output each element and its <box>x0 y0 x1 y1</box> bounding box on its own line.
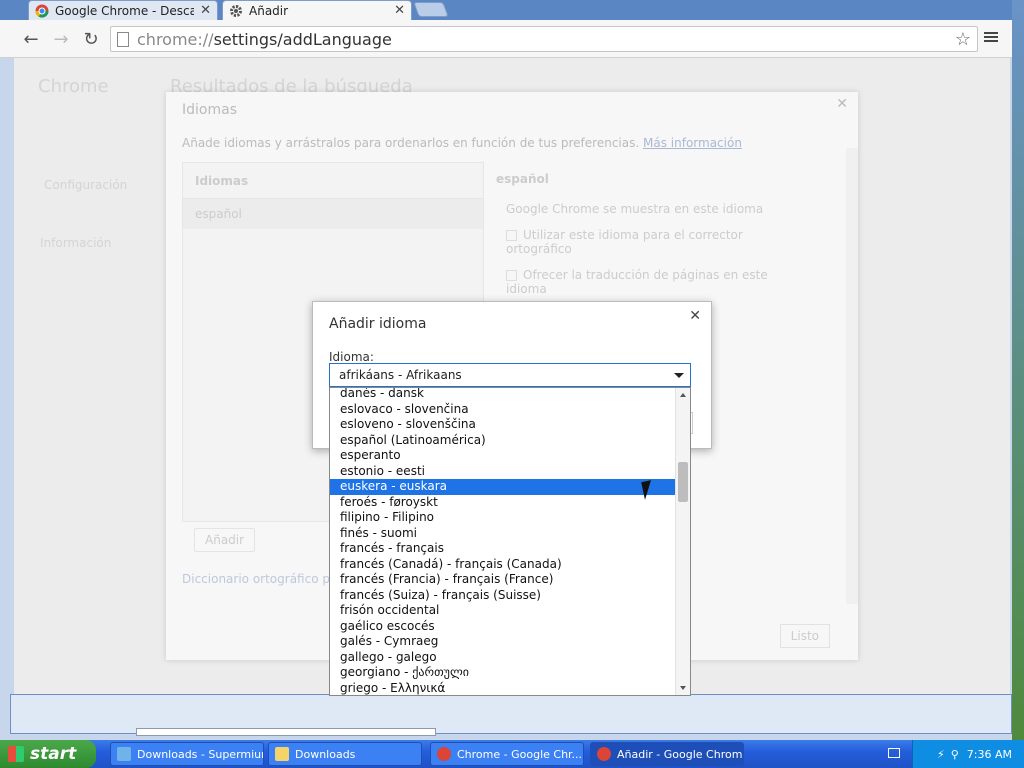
language-dropdown-list[interactable]: danés - dansk eslovaco - slovenčina eslo… <box>329 387 691 696</box>
custom-dictionary-link[interactable]: Diccionario ortográfico pers <box>182 572 349 586</box>
description-text: Añade idiomas y arrástralos para ordenar… <box>182 136 640 150</box>
language-select[interactable]: afrikáans - Afrikaans <box>329 363 691 387</box>
forward-arrow-icon[interactable]: → <box>50 28 72 50</box>
task-downloads-folder[interactable]: Downloads <box>268 742 422 766</box>
done-button[interactable]: Listo <box>779 624 830 648</box>
dropdown-option[interactable]: esperanto <box>330 448 676 464</box>
dropdown-option[interactable]: francés (Francia) - français (France) <box>330 572 676 588</box>
scroll-up-icon[interactable] <box>680 393 686 397</box>
reload-icon[interactable]: ↻ <box>80 28 102 50</box>
dropdown-option[interactable]: georgiano - ქართული <box>330 665 676 681</box>
dropdown-option[interactable]: gallego - galego <box>330 650 676 666</box>
language-field-label: Idioma: <box>329 350 374 364</box>
dropdown-option[interactable]: francés - français <box>330 541 676 557</box>
brand-title: Chrome <box>38 76 109 97</box>
tab-anadir[interactable]: Añadir ✕ <box>222 0 412 20</box>
dropdown-option[interactable]: gaélico escocés <box>330 619 676 635</box>
gear-icon <box>229 4 243 18</box>
overlay-scrollbar[interactable] <box>846 148 858 604</box>
sidebar-item-settings[interactable]: Configuración <box>44 178 127 192</box>
back-arrow-icon[interactable]: ← <box>20 28 42 50</box>
start-label: start <box>30 744 77 764</box>
new-tab-button[interactable] <box>413 2 449 17</box>
dropdown-option[interactable]: eslovaco - slovenčina <box>330 402 676 418</box>
tab-strip: Google Chrome - Descarga e ✕ Añadir ✕ <box>0 0 1012 20</box>
taskbar: start Downloads - Supermium Downloads Ch… <box>0 740 1024 768</box>
dropdown-scrollbar[interactable] <box>675 388 690 695</box>
scroll-down-icon[interactable] <box>680 686 686 690</box>
address-bar[interactable]: chrome://settings/addLanguage ☆ <box>110 26 978 52</box>
language-list-header: Idiomas <box>183 163 483 199</box>
dropdown-option[interactable]: frisón occidental <box>330 603 676 619</box>
desktop-background <box>1010 0 1024 740</box>
sidebar-item-about[interactable]: Información <box>40 236 111 250</box>
dropdown-option[interactable]: español (Latinoamérica) <box>330 433 676 449</box>
page-icon <box>117 31 129 47</box>
translate-option[interactable]: Ofrecer la traducción de páginas en este… <box>484 262 828 302</box>
chrome-icon <box>597 747 611 761</box>
selected-language: afrikáans - Afrikaans <box>339 368 462 382</box>
system-tray: ⚡ ⚲ 7:36 AM <box>912 740 1024 768</box>
dropdown-option[interactable]: feroés - føroyskt <box>330 495 676 511</box>
dropdown-option[interactable]: francés (Suiza) - français (Suisse) <box>330 588 676 604</box>
close-icon[interactable]: ✕ <box>836 96 848 112</box>
add-language-button[interactable]: Añadir <box>194 528 256 552</box>
language-list-item[interactable]: español <box>183 199 483 229</box>
keyboard-icon[interactable] <box>888 748 900 758</box>
checkbox-icon[interactable] <box>506 230 517 241</box>
translate-label: Ofrecer la traducción de páginas en este… <box>506 268 768 296</box>
task-anadir-chrome[interactable]: Añadir - Google Chrome <box>590 742 744 766</box>
url-path: settings/addLanguage <box>213 29 392 49</box>
dialog-title: Añadir idioma <box>329 316 427 332</box>
close-icon[interactable]: ✕ <box>689 308 701 324</box>
task-label: Downloads - Supermium <box>137 747 264 761</box>
menu-icon[interactable] <box>984 30 998 46</box>
dropdown-option[interactable]: danés - dansk <box>330 388 676 402</box>
folder-icon <box>275 747 289 761</box>
search-icon[interactable]: ⚲ <box>951 748 959 761</box>
chevron-down-icon <box>674 373 684 378</box>
spellcheck-label: Utilizar este idioma para el corrector o… <box>506 228 743 256</box>
dropdown-option-highlighted[interactable]: euskera - euskara <box>330 479 676 495</box>
toolbar: ← → ↻ chrome://settings/addLanguage ☆ <box>0 20 1012 58</box>
overlay-title: Idiomas <box>182 102 237 118</box>
clock[interactable]: 7:36 AM <box>967 748 1012 761</box>
dropdown-option[interactable]: estonio - eesti <box>330 464 676 480</box>
dropdown-option[interactable]: filipino - Filipino <box>330 510 676 526</box>
task-label: Downloads <box>295 747 356 761</box>
network-icon[interactable]: ⚡ <box>937 748 945 761</box>
chrome-icon <box>437 747 451 761</box>
supermium-icon <box>117 747 131 761</box>
close-icon[interactable]: ✕ <box>200 3 211 18</box>
detail-display-language: Google Chrome se muestra en este idioma <box>506 202 764 216</box>
tab-chrome-download[interactable]: Google Chrome - Descarga e ✕ <box>28 0 218 20</box>
tab-title: Añadir <box>249 3 289 18</box>
dropdown-options: danés - dansk eslovaco - slovenčina eslo… <box>330 388 676 696</box>
windows-logo-icon <box>8 746 24 762</box>
task-label: Añadir - Google Chrome <box>617 747 744 761</box>
more-info-link[interactable]: Más información <box>643 136 742 150</box>
start-button[interactable]: start <box>0 740 96 768</box>
task-downloads-supermium[interactable]: Downloads - Supermium <box>110 742 264 766</box>
close-icon[interactable]: ✕ <box>394 3 405 18</box>
dropdown-option[interactable]: esloveno - slovenščina <box>330 417 676 433</box>
overlay-description: Añade idiomas y arrástralos para ordenar… <box>182 136 742 150</box>
detail-header: español <box>496 172 549 186</box>
chrome-icon <box>35 4 49 18</box>
tab-title: Google Chrome - Descarga e <box>55 3 195 18</box>
task-label: Chrome - Google Chr... <box>457 747 583 761</box>
horizontal-scrollbar[interactable] <box>136 728 436 736</box>
checkbox-icon[interactable] <box>506 270 517 281</box>
dropdown-option[interactable]: finés - suomi <box>330 526 676 542</box>
dropdown-option[interactable]: francés (Canadá) - français (Canada) <box>330 557 676 573</box>
dropdown-option[interactable]: galés - Cymraeg <box>330 634 676 650</box>
task-chrome-download[interactable]: Chrome - Google Chr... <box>430 742 584 766</box>
url-scheme: chrome:// <box>137 29 214 49</box>
bookmark-star-icon[interactable]: ☆ <box>955 29 971 50</box>
dropdown-option[interactable]: griego - Ελληνικά <box>330 681 676 696</box>
scroll-thumb[interactable] <box>678 462 688 502</box>
spellcheck-option[interactable]: Utilizar este idioma para el corrector o… <box>484 222 828 262</box>
